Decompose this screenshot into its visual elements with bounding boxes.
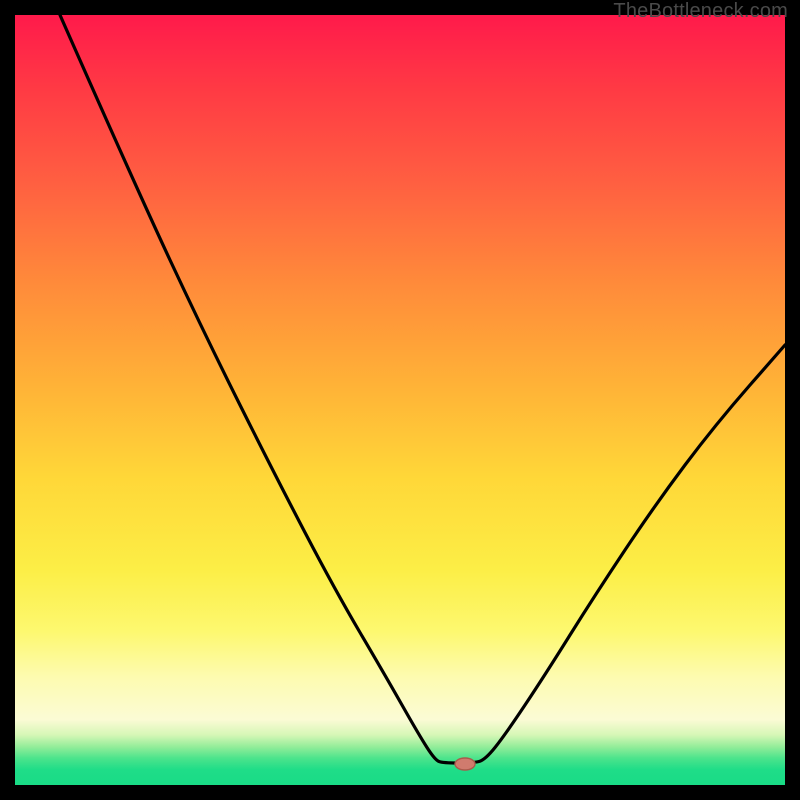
optimal-point-marker <box>455 758 475 770</box>
watermark-text: TheBottleneck.com <box>613 0 788 23</box>
bottleneck-curve <box>60 15 785 763</box>
chart-svg <box>15 15 785 785</box>
plot-area <box>15 15 785 785</box>
chart-container: TheBottleneck.com <box>0 0 800 800</box>
